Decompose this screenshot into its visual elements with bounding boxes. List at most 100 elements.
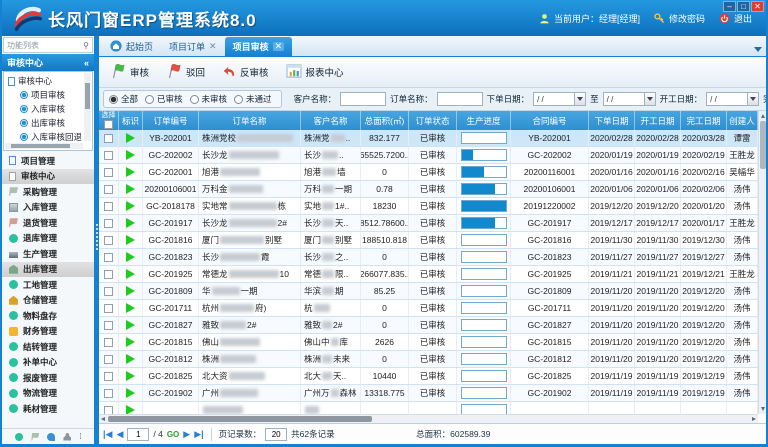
tree-root[interactable]: 审核中心 — [8, 74, 84, 88]
table-row[interactable]: GC-201902 广州 广州万森林 13318.775 已审核 GC-2019… — [99, 385, 758, 402]
table-row[interactable]: GC-201825 北大资 北大天.. 10440 已审核 GC-201825 … — [99, 368, 758, 385]
sidebar-item-finance[interactable]: 财务管理 — [2, 324, 94, 340]
page-number-input[interactable] — [127, 428, 149, 441]
tree-item-1[interactable]: 入库审核 — [8, 102, 84, 116]
function-list-header[interactable]: 功能列表 ⚲ — [3, 37, 93, 53]
calendar-dropdown-icon[interactable] — [575, 92, 586, 106]
calendar-dropdown-icon[interactable] — [645, 92, 656, 106]
horizontal-scrollbar[interactable] — [99, 414, 758, 423]
tab-close-icon[interactable]: ✕ — [273, 42, 285, 51]
reject-button[interactable]: 驳回 — [161, 60, 213, 85]
audit-center-panel-header[interactable]: 审核中心 « — [2, 54, 94, 71]
tree-item-2[interactable]: 出库审核 — [8, 116, 84, 130]
scroll-up-arrow[interactable] — [761, 114, 765, 118]
vertical-scrollbar[interactable] — [758, 111, 766, 414]
sidebar-item-stock-return[interactable]: 退库管理 — [2, 231, 94, 247]
sidebar-item-inventory[interactable]: 物料盘存 — [2, 308, 94, 324]
tree-item-3[interactable]: 入库审核回退 — [8, 130, 84, 144]
row-checkbox[interactable] — [104, 270, 113, 279]
scroll-right-arrow[interactable] — [752, 417, 756, 421]
sidebar-item-scrap[interactable]: 报废管理 — [2, 370, 94, 386]
table-row[interactable]: GC-201816 厦门别墅 厦门别墅 188510.818 已审核 GC-20… — [99, 232, 758, 249]
table-row[interactable]: GC-201823 长沙霞 长沙之.. 0 已审核 GC-201823 2019… — [99, 249, 758, 266]
row-checkbox[interactable] — [104, 236, 113, 245]
row-checkbox[interactable] — [104, 134, 113, 143]
radio-all[interactable] — [109, 95, 118, 104]
logout-button[interactable]: 退出 — [719, 12, 752, 25]
tree-horizontal-scrollbar[interactable] — [5, 143, 83, 149]
scroll-left-arrow[interactable] — [101, 417, 105, 421]
table-row[interactable] — [99, 402, 758, 414]
table-row[interactable]: YB-202001 株洲党校 株洲党.. 832.177 已审核 YB-2020… — [99, 130, 758, 147]
row-checkbox[interactable] — [104, 389, 113, 398]
start-date-input[interactable]: / / — [706, 92, 759, 106]
row-checkbox[interactable] — [104, 151, 113, 160]
tab-overflow-icon[interactable] — [754, 47, 762, 52]
table-row[interactable]: GC-2018178 实地常栋 实地1#.. 18230 已审核 2019122… — [99, 198, 758, 215]
report-center-button[interactable]: 报表中心 — [281, 61, 352, 84]
row-checkbox[interactable] — [104, 202, 113, 211]
calendar-dropdown-icon[interactable] — [748, 92, 759, 106]
order-name-input[interactable] — [437, 92, 483, 106]
sidebar-item-logistics[interactable]: 物流管理 — [2, 386, 94, 402]
minimize-button[interactable]: – — [723, 1, 736, 12]
table-row[interactable]: GC-201925 常德龙10 常德限.. 266077.835.. 已审核 G… — [99, 266, 758, 283]
sidebar-item-returns[interactable]: 退货管理 — [2, 215, 94, 231]
row-checkbox[interactable] — [104, 253, 113, 262]
maximize-button[interactable]: □ — [737, 1, 750, 12]
radio-unpassed[interactable] — [234, 95, 243, 104]
dot-icon[interactable] — [15, 433, 23, 441]
row-checkbox[interactable] — [104, 219, 113, 228]
prev-page-button[interactable]: ◀ — [116, 430, 123, 439]
table-row[interactable]: GC-201809 华一期 华滨期 85.25 已审核 GC-201809 20… — [99, 283, 758, 300]
scroll-down-arrow[interactable] — [761, 407, 765, 411]
overflow-icon[interactable]: ⁞ — [79, 432, 80, 441]
sidebar-item-outbound[interactable]: 出库管理 — [2, 262, 94, 278]
person-icon[interactable] — [63, 433, 71, 441]
table-row[interactable]: GC-202001 旭港 旭港墙 0 已审核 20200116001 2020/… — [99, 164, 758, 181]
row-checkbox[interactable] — [104, 287, 113, 296]
select-all-checkbox[interactable] — [104, 120, 113, 129]
sidebar-item-carryover[interactable]: 结转管理 — [2, 339, 94, 355]
audit-button[interactable]: 审核 — [105, 60, 157, 85]
first-page-button[interactable]: |◀ — [103, 430, 112, 439]
sidebar-item-warehouse[interactable]: 仓储管理 — [2, 293, 94, 309]
tab-project-audit[interactable]: 项目审核✕ — [225, 37, 293, 56]
page-size-input[interactable] — [265, 428, 287, 441]
reverse-audit-button[interactable]: 反审核 — [217, 61, 277, 84]
collapse-icon[interactable]: « — [84, 58, 89, 68]
order-date-to-input[interactable]: / / — [603, 92, 656, 106]
tab-close-icon[interactable]: ✕ — [209, 42, 217, 51]
sidebar-item-inbound[interactable]: 入库管理 — [2, 200, 94, 216]
table-row[interactable]: GC-201812 株洲 株洲未来 0 已审核 GC-201812 2019/1… — [99, 351, 758, 368]
sidebar-item-site[interactable]: 工地管理 — [2, 277, 94, 293]
last-page-button[interactable]: ▶| — [194, 430, 203, 439]
cart-icon[interactable] — [31, 433, 39, 441]
table-row[interactable]: GC-201711 杭州府) 杭 0 已审核 GC-201711 2019/11… — [99, 300, 758, 317]
vertical-scroll-thumb[interactable] — [760, 121, 766, 169]
table-row[interactable]: GC-201827 雅致2# 雅致2# 0 已审核 GC-201827 2019… — [99, 317, 758, 334]
row-checkbox[interactable] — [104, 321, 113, 330]
radio-unaudited[interactable] — [190, 95, 199, 104]
row-checkbox[interactable] — [104, 355, 113, 364]
tree-vertical-scrollbar[interactable] — [84, 73, 91, 141]
close-button[interactable]: ✕ — [751, 1, 764, 12]
row-checkbox[interactable] — [104, 406, 113, 415]
row-checkbox[interactable] — [104, 372, 113, 381]
tree-item-0[interactable]: 项目审核 — [8, 88, 84, 102]
row-checkbox[interactable] — [104, 304, 113, 313]
change-password-button[interactable]: 修改密码 — [654, 12, 705, 25]
sidebar-item-consumables[interactable]: 耗材管理 — [2, 401, 94, 417]
sidebar-item-audit-center[interactable]: 审核中心 — [2, 169, 94, 185]
table-row[interactable]: GC-201815 佛山 佛山中库 2626 已审核 GC-201815 201… — [99, 334, 758, 351]
row-checkbox[interactable] — [104, 185, 113, 194]
order-date-from-input[interactable]: / / — [533, 92, 586, 106]
next-page-button[interactable]: ▶ — [183, 430, 190, 439]
sidebar-item-project[interactable]: 项目管理 — [2, 153, 94, 169]
radio-audited[interactable] — [145, 95, 154, 104]
tab-start-page[interactable]: 起始页 — [102, 37, 161, 56]
customer-name-input[interactable] — [340, 92, 386, 106]
swoosh-icon[interactable] — [47, 433, 55, 441]
horizontal-scroll-thumb[interactable] — [108, 416, 372, 422]
go-button[interactable]: GO — [167, 430, 179, 439]
